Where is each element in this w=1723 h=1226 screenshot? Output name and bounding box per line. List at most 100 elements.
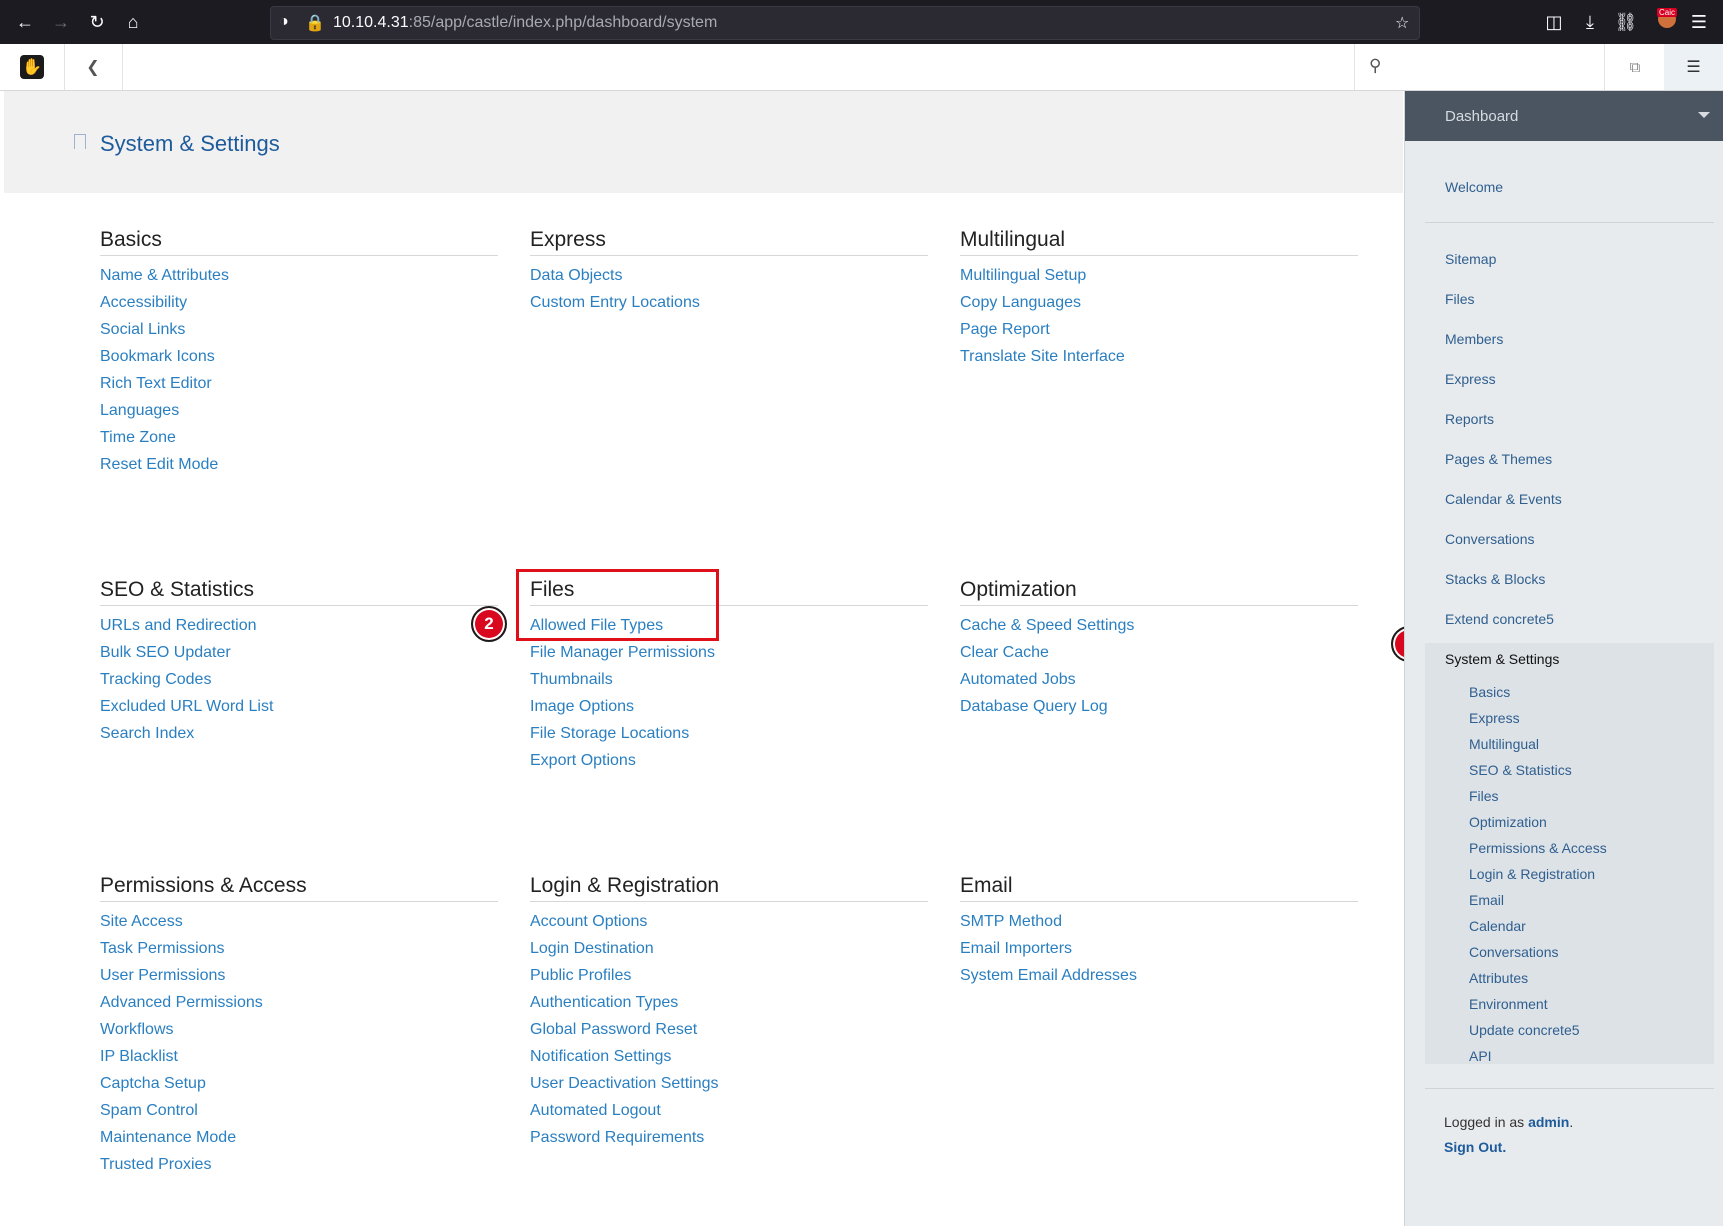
link-system-email-addresses[interactable]: System Email Addresses [960, 962, 1358, 989]
link-automated-logout[interactable]: Automated Logout [530, 1097, 928, 1124]
link-user-deactivation-settings[interactable]: User Deactivation Settings [530, 1070, 928, 1097]
link-task-permissions[interactable]: Task Permissions [100, 935, 498, 962]
back-arrow-icon[interactable]: ← [10, 7, 40, 37]
sidebar-subitem-environment[interactable]: Environment [1469, 996, 1548, 1012]
link-spam-control[interactable]: Spam Control [100, 1097, 498, 1124]
concrete5-logo[interactable]: ✋ [0, 44, 65, 90]
link-export-options[interactable]: Export Options [530, 747, 928, 774]
link-bookmark-icons[interactable]: Bookmark Icons [100, 343, 498, 370]
link-database-query-log[interactable]: Database Query Log [960, 693, 1358, 720]
username-link[interactable]: admin [1528, 1114, 1569, 1130]
sidebar-subitem-calendar[interactable]: Calendar [1469, 918, 1526, 934]
link-file-manager-permissions[interactable]: File Manager Permissions [530, 639, 928, 666]
pocket-icon[interactable]: ◫ [1539, 7, 1569, 37]
search-input[interactable]: ⚲ [1354, 44, 1605, 90]
extensions-icon[interactable]: ⛓ [1611, 7, 1641, 37]
link-social-links[interactable]: Social Links [100, 316, 498, 343]
link-time-zone[interactable]: Time Zone [100, 424, 498, 451]
section-heading: Login & Registration [530, 874, 928, 902]
link-account-options[interactable]: Account Options [530, 908, 928, 935]
link-page-report[interactable]: Page Report [960, 316, 1358, 343]
link-email-importers[interactable]: Email Importers [960, 935, 1358, 962]
sidebar-item-reports[interactable]: Reports [1445, 411, 1494, 427]
link-smtp-method[interactable]: SMTP Method [960, 908, 1358, 935]
link-excluded-url-word-list[interactable]: Excluded URL Word List [100, 693, 498, 720]
sidebar-subitem-api[interactable]: API [1469, 1048, 1492, 1064]
sidebar-item-system-settings[interactable]: System & Settings [1445, 651, 1559, 667]
link-captcha-setup[interactable]: Captcha Setup [100, 1070, 498, 1097]
link-login-destination[interactable]: Login Destination [530, 935, 928, 962]
sidebar-subitem-express[interactable]: Express [1469, 710, 1520, 726]
address-bar[interactable]: ◑ 🔒 10.10.4.31:85/app/castle/index.php/d… [270, 6, 1420, 40]
sidebar-item-files[interactable]: Files [1445, 291, 1475, 307]
sidebar-item-conversations[interactable]: Conversations [1445, 531, 1535, 547]
link-copy-languages[interactable]: Copy Languages [960, 289, 1358, 316]
link-accessibility[interactable]: Accessibility [100, 289, 498, 316]
sidebar-subitem-conversations[interactable]: Conversations [1469, 944, 1559, 960]
link-urls-and-redirection[interactable]: URLs and Redirection [100, 612, 498, 639]
sidebar-subitem-login-and-registration[interactable]: Login & Registration [1469, 866, 1595, 882]
link-site-access[interactable]: Site Access [100, 908, 498, 935]
link-rich-text-editor[interactable]: Rich Text Editor [100, 370, 498, 397]
link-data-objects[interactable]: Data Objects [530, 262, 928, 289]
sign-out-link[interactable]: Sign Out. [1444, 1139, 1506, 1155]
logged-in-text: Logged in as admin. [1444, 1114, 1573, 1130]
back-icon[interactable]: ❮ [64, 44, 123, 90]
settings-sliders-icon[interactable]: ☰ [1664, 44, 1723, 90]
link-custom-entry-locations[interactable]: Custom Entry Locations [530, 289, 928, 316]
link-search-index[interactable]: Search Index [100, 720, 498, 747]
link-cache-and-speed-settings[interactable]: Cache & Speed Settings [960, 612, 1358, 639]
link-global-password-reset[interactable]: Global Password Reset [530, 1016, 928, 1043]
reload-icon[interactable]: ↻ [82, 7, 112, 37]
sidebar-item-calendar-and-events[interactable]: Calendar & Events [1445, 491, 1562, 507]
link-public-profiles[interactable]: Public Profiles [530, 962, 928, 989]
link-user-permissions[interactable]: User Permissions [100, 962, 498, 989]
sidebar-subitem-optimization[interactable]: Optimization [1469, 814, 1547, 830]
link-multilingual-setup[interactable]: Multilingual Setup [960, 262, 1358, 289]
link-ip-blacklist[interactable]: IP Blacklist [100, 1043, 498, 1070]
link-authentication-types[interactable]: Authentication Types [530, 989, 928, 1016]
link-automated-jobs[interactable]: Automated Jobs [960, 666, 1358, 693]
link-advanced-permissions[interactable]: Advanced Permissions [100, 989, 498, 1016]
link-clear-cache[interactable]: Clear Cache [960, 639, 1358, 666]
bookmark-icon[interactable] [74, 134, 86, 149]
forward-arrow-icon[interactable]: → [46, 7, 76, 37]
sidebar-subitem-permissions-and-access[interactable]: Permissions & Access [1469, 840, 1607, 856]
link-name-and-attributes[interactable]: Name & Attributes [100, 262, 498, 289]
sidebar-subitem-multilingual[interactable]: Multilingual [1469, 736, 1539, 752]
sidebar-item-express[interactable]: Express [1445, 371, 1496, 387]
sidebar-item-welcome[interactable]: Welcome [1445, 179, 1503, 195]
sidebar-item-stacks-and-blocks[interactable]: Stacks & Blocks [1445, 571, 1545, 587]
link-thumbnails[interactable]: Thumbnails [530, 666, 928, 693]
sidebar-item-members[interactable]: Members [1445, 331, 1503, 347]
sign-out-label[interactable]: Sign Out. [1444, 1139, 1506, 1155]
link-trusted-proxies[interactable]: Trusted Proxies [100, 1151, 498, 1178]
link-maintenance-mode[interactable]: Maintenance Mode [100, 1124, 498, 1151]
sidebar-subitem-update-concrete5[interactable]: Update concrete5 [1469, 1022, 1580, 1038]
link-reset-edit-mode[interactable]: Reset Edit Mode [100, 451, 498, 478]
link-file-storage-locations[interactable]: File Storage Locations [530, 720, 928, 747]
sidebar-subitem-attributes[interactable]: Attributes [1469, 970, 1528, 986]
sidebar-item-pages-and-themes[interactable]: Pages & Themes [1445, 451, 1552, 467]
sidebar-item-sitemap[interactable]: Sitemap [1445, 251, 1496, 267]
sidebar-subitem-seo-and-statistics[interactable]: SEO & Statistics [1469, 762, 1572, 778]
link-password-requirements[interactable]: Password Requirements [530, 1124, 928, 1151]
sidebar-subitem-basics[interactable]: Basics [1469, 684, 1510, 700]
sidebar-subitem-email[interactable]: Email [1469, 892, 1504, 908]
sidebar-header[interactable]: Dashboard [1405, 91, 1723, 141]
link-image-options[interactable]: Image Options [530, 693, 928, 720]
link-languages[interactable]: Languages [100, 397, 498, 424]
section-link-list: URLs and Redirection Bulk SEO Updater Trac… [100, 612, 498, 747]
home-icon[interactable]: ⌂ [118, 7, 148, 37]
sidebar-item-extend-concrete5[interactable]: Extend concrete5 [1445, 611, 1554, 627]
menu-icon[interactable]: ☰ [1684, 7, 1714, 37]
link-translate-site-interface[interactable]: Translate Site Interface [960, 343, 1358, 370]
intelligent-search-icon[interactable]: ⧉ [1604, 44, 1666, 90]
link-bulk-seo-updater[interactable]: Bulk SEO Updater [100, 639, 498, 666]
sidebar-subitem-files[interactable]: Files [1469, 788, 1499, 804]
download-icon[interactable]: ⤓ [1575, 7, 1605, 37]
link-tracking-codes[interactable]: Tracking Codes [100, 666, 498, 693]
link-workflows[interactable]: Workflows [100, 1016, 498, 1043]
link-notification-settings[interactable]: Notification Settings [530, 1043, 928, 1070]
bookmark-star-icon[interactable]: ☆ [1395, 13, 1409, 33]
